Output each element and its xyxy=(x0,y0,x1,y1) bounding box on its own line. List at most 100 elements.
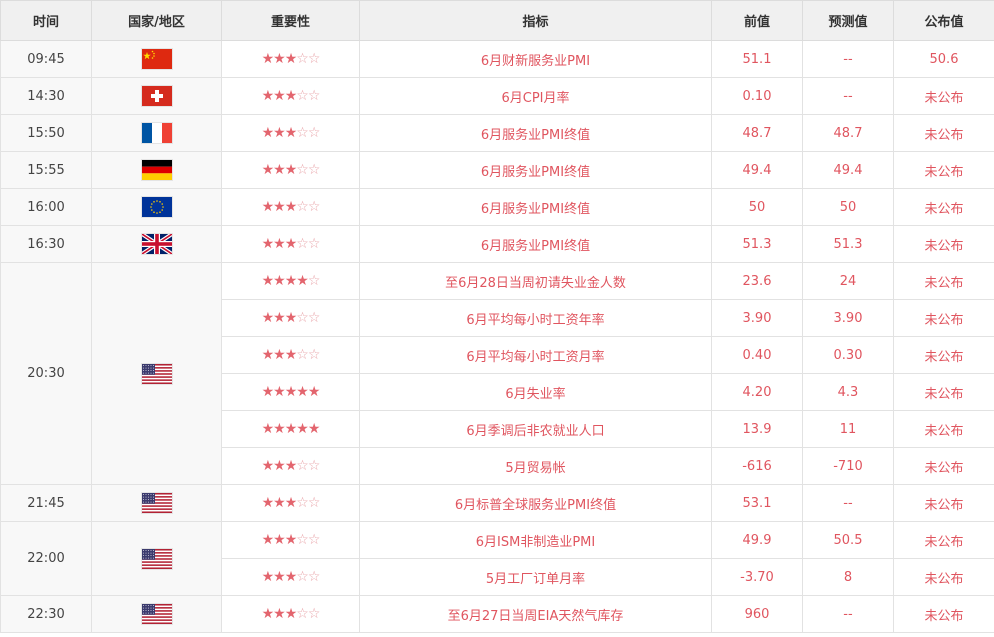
indicator-cell[interactable]: 6月财新服务业PMI xyxy=(359,40,712,78)
importance-stars: ★★★☆☆ xyxy=(261,569,321,585)
germany-flag-icon xyxy=(141,160,172,180)
forecast-value-cell: 50.5 xyxy=(802,521,894,559)
star-filled-icon: ★ xyxy=(284,199,298,215)
col-header-importance: 重要性 xyxy=(221,0,360,41)
star-filled-icon: ★ xyxy=(261,51,275,67)
indicator-cell[interactable]: 至6月27日当周EIA天然气库存 xyxy=(359,595,712,633)
previous-value-cell: 51.3 xyxy=(711,225,803,263)
indicator-cell[interactable]: 5月贸易帐 xyxy=(359,447,712,485)
star-empty-icon: ☆ xyxy=(307,162,321,178)
importance-cell: ★★★☆☆ xyxy=(221,447,360,485)
country-cell xyxy=(91,521,222,596)
star-filled-icon: ★ xyxy=(284,458,298,474)
star-empty-icon: ☆ xyxy=(307,199,321,215)
table-row: 20:30 ★★★★☆ 至6月28日当周初请失业金人数 23.6 24 未公布 xyxy=(0,262,994,485)
importance-stars: ★★★☆☆ xyxy=(261,51,321,67)
star-filled-icon: ★ xyxy=(261,162,275,178)
table-row: 15:55 ★★★☆☆ 6月服务业PMI终值 49.4 49.4 未公布 xyxy=(0,151,994,189)
indicator-cell[interactable]: 6月服务业PMI终值 xyxy=(359,151,712,189)
indicator-cell[interactable]: 6月服务业PMI终值 xyxy=(359,188,712,226)
col-header-actual: 公布值 xyxy=(893,0,994,41)
importance-cell: ★★★☆☆ xyxy=(221,77,360,115)
country-cell xyxy=(91,484,222,522)
country-cell xyxy=(91,225,222,263)
star-empty-icon: ☆ xyxy=(307,273,321,289)
importance-stars: ★★★☆☆ xyxy=(262,606,321,622)
star-filled-icon: ★ xyxy=(284,384,298,400)
forecast-value-cell: 51.3 xyxy=(802,225,894,263)
star-filled-icon: ★ xyxy=(261,495,275,511)
table-row: 22:30 ★★★☆☆ 至6月27日当周EIA天然气库存 960 -- 未公布 xyxy=(0,595,994,633)
star-filled-icon: ★ xyxy=(273,495,286,511)
forecast-value-cell: 50 xyxy=(802,188,894,226)
indicator-cell[interactable]: 6月标普全球服务业PMI终值 xyxy=(359,484,712,522)
importance-stars: ★★★★★ xyxy=(262,384,321,400)
importance-stars: ★★★☆☆ xyxy=(262,458,321,474)
indicator-cell[interactable]: 6月服务业PMI终值 xyxy=(359,114,712,152)
indicator-cell[interactable]: 5月工厂订单月率 xyxy=(359,558,712,596)
forecast-value-cell: -- xyxy=(802,77,894,115)
importance-stars: ★★★☆☆ xyxy=(261,236,321,252)
importance-stars: ★★★★★ xyxy=(261,421,321,437)
star-filled-icon: ★ xyxy=(261,347,275,363)
importance-cell: ★★★☆☆ xyxy=(221,114,360,152)
country-cell xyxy=(91,151,222,189)
star-empty-icon: ☆ xyxy=(296,347,309,363)
france-flag-icon xyxy=(141,123,172,143)
forecast-value-cell: 3.90 xyxy=(802,299,894,337)
usa-flag-icon xyxy=(141,604,172,624)
indicator-cell[interactable]: 6月CPI月率 xyxy=(359,77,712,115)
time-cell: 16:00 xyxy=(0,188,92,226)
forecast-value-cell: 24 xyxy=(802,262,894,300)
star-empty-icon: ☆ xyxy=(307,458,321,474)
previous-value-cell: 960 xyxy=(711,595,803,633)
star-filled-icon: ★ xyxy=(261,421,275,437)
importance-stars: ★★★☆☆ xyxy=(262,310,321,326)
switzerland-flag-icon xyxy=(141,86,172,106)
col-header-indicator: 指标 xyxy=(359,0,712,41)
star-filled-icon: ★ xyxy=(273,384,286,400)
eurozone-flag-icon xyxy=(141,197,172,217)
actual-value-cell: 未公布 xyxy=(893,521,994,559)
importance-cell: ★★★☆☆ xyxy=(221,299,360,337)
star-empty-icon: ☆ xyxy=(296,458,309,474)
star-filled-icon: ★ xyxy=(261,236,275,252)
star-filled-icon: ★ xyxy=(273,606,286,622)
indicator-cell[interactable]: 6月季调后非农就业人口 xyxy=(359,410,712,448)
star-empty-icon: ☆ xyxy=(307,569,321,585)
table-row: 21:45 ★★★☆☆ 6月标普全球服务业PMI终值 53.1 -- 未公布 xyxy=(0,484,994,522)
star-filled-icon: ★ xyxy=(307,384,321,400)
actual-value-cell: 未公布 xyxy=(893,484,994,522)
star-filled-icon: ★ xyxy=(273,569,286,585)
star-filled-icon: ★ xyxy=(261,569,275,585)
country-cell xyxy=(91,262,222,485)
importance-stars: ★★★☆☆ xyxy=(261,162,321,178)
forecast-value-cell: -710 xyxy=(802,447,894,485)
star-filled-icon: ★ xyxy=(273,347,286,363)
previous-value-cell: 49.4 xyxy=(711,151,803,189)
star-empty-icon: ☆ xyxy=(307,310,321,326)
importance-stars: ★★★☆☆ xyxy=(262,199,321,215)
table-row: 22:00 ★★★☆☆ 6月ISM非制造业PMI 49.9 50.5 未公布 xyxy=(0,521,994,596)
star-filled-icon: ★ xyxy=(273,421,286,437)
importance-cell: ★★★☆☆ xyxy=(221,336,360,374)
previous-value-cell: 48.7 xyxy=(711,114,803,152)
indicator-cell[interactable]: 6月ISM非制造业PMI xyxy=(359,521,712,559)
star-filled-icon: ★ xyxy=(273,199,286,215)
indicator-cell[interactable]: 6月平均每小时工资年率 xyxy=(359,299,712,337)
star-filled-icon: ★ xyxy=(273,532,286,548)
forecast-value-cell: 8 xyxy=(802,558,894,596)
indicator-cell[interactable]: 6月失业率 xyxy=(359,373,712,411)
star-filled-icon: ★ xyxy=(273,88,286,104)
indicator-cell[interactable]: 6月平均每小时工资月率 xyxy=(359,336,712,374)
star-empty-icon: ☆ xyxy=(296,199,309,215)
star-empty-icon: ☆ xyxy=(296,88,309,104)
actual-value-cell: 未公布 xyxy=(893,373,994,411)
indicator-cell[interactable]: 6月服务业PMI终值 xyxy=(359,225,712,263)
time-cell: 20:30 xyxy=(0,262,92,485)
indicator-cell[interactable]: 至6月28日当周初请失业金人数 xyxy=(359,262,712,300)
importance-cell: ★★★☆☆ xyxy=(221,595,360,633)
previous-value-cell: 49.9 xyxy=(711,521,803,559)
forecast-value-cell: 4.3 xyxy=(802,373,894,411)
previous-value-cell: 23.6 xyxy=(711,262,803,300)
